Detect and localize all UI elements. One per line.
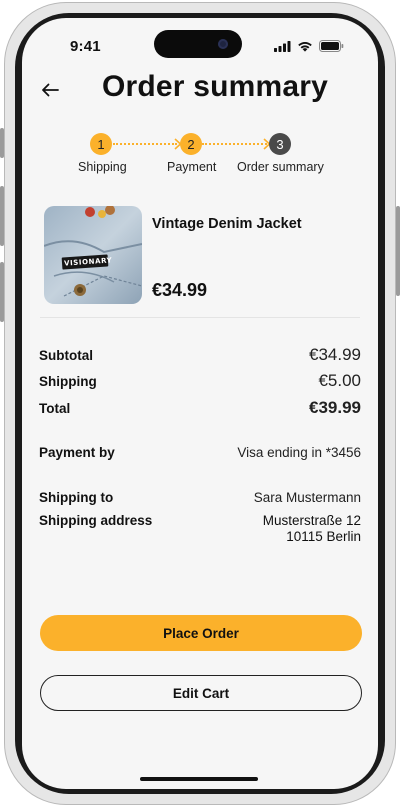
- home-indicator[interactable]: [140, 777, 258, 781]
- shipping-to-label: Shipping to: [39, 490, 114, 505]
- address-line-1: Musterstraße 12: [262, 513, 361, 528]
- subtotal-value: €34.99: [309, 345, 361, 364]
- step-connector: [202, 143, 267, 145]
- product-image[interactable]: VISIONARY: [44, 206, 142, 304]
- subtotal-label: Subtotal: [39, 348, 93, 363]
- edit-cart-button[interactable]: Edit Cart: [40, 675, 362, 711]
- product-name[interactable]: Vintage Denim Jacket: [152, 216, 302, 232]
- shipping-value: €5.00: [318, 371, 361, 390]
- step-1-label: Shipping: [78, 160, 127, 174]
- signal-icon: [274, 40, 291, 52]
- step-1-indicator[interactable]: 1: [90, 133, 112, 155]
- address-line-2: 10115 Berlin: [286, 529, 361, 544]
- camera-icon: [218, 39, 228, 49]
- shipping-to-row: Shipping to Sara Mustermann: [39, 490, 361, 505]
- step-2-label: Payment: [167, 160, 217, 174]
- dynamic-island: [154, 30, 242, 58]
- place-order-button[interactable]: Place Order: [40, 615, 362, 651]
- payment-row: Payment by Visa ending in *3456: [39, 445, 361, 460]
- subtotal-row: Subtotal €34.99: [39, 345, 361, 365]
- side-button-volume-up: [0, 186, 4, 246]
- status-icons: [274, 40, 344, 52]
- battery-icon: [319, 40, 344, 52]
- divider: [40, 317, 360, 318]
- payment-label: Payment by: [39, 445, 115, 460]
- screen: 9:41 Order summary 1 Shipping 2 Payment …: [22, 18, 378, 789]
- step-3-indicator[interactable]: 3: [269, 133, 291, 155]
- page-title: Order summary: [101, 70, 329, 103]
- wifi-icon: [298, 41, 312, 52]
- denim-jacket-image: [44, 206, 142, 304]
- status-time: 9:41: [70, 38, 101, 55]
- total-label: Total: [39, 401, 71, 416]
- side-button-volume-down: [0, 262, 4, 322]
- product-price: €34.99: [152, 280, 208, 300]
- shipping-address-value: Musterstraße 12 10115 Berlin: [263, 513, 361, 545]
- step-connector: [113, 143, 177, 145]
- total-value: €39.99: [309, 398, 361, 417]
- step-3-label: Order summary: [237, 160, 324, 174]
- payment-value: Visa ending in *3456: [237, 445, 361, 460]
- step-2-indicator[interactable]: 2: [180, 133, 202, 155]
- shipping-to-value: Sara Mustermann: [253, 490, 361, 505]
- shipping-label: Shipping: [39, 374, 97, 389]
- shipping-address-label: Shipping address: [39, 513, 153, 528]
- shipping-row: Shipping €5.00: [39, 371, 361, 391]
- side-button-power: [396, 206, 400, 296]
- checkout-stepper: 1 Shipping 2 Payment 3 Order summary: [22, 133, 378, 193]
- shipping-address-row: Shipping address Musterstraße 12 10115 B…: [39, 513, 361, 545]
- side-button-action: [0, 128, 4, 158]
- total-row: Total €39.99: [39, 398, 361, 418]
